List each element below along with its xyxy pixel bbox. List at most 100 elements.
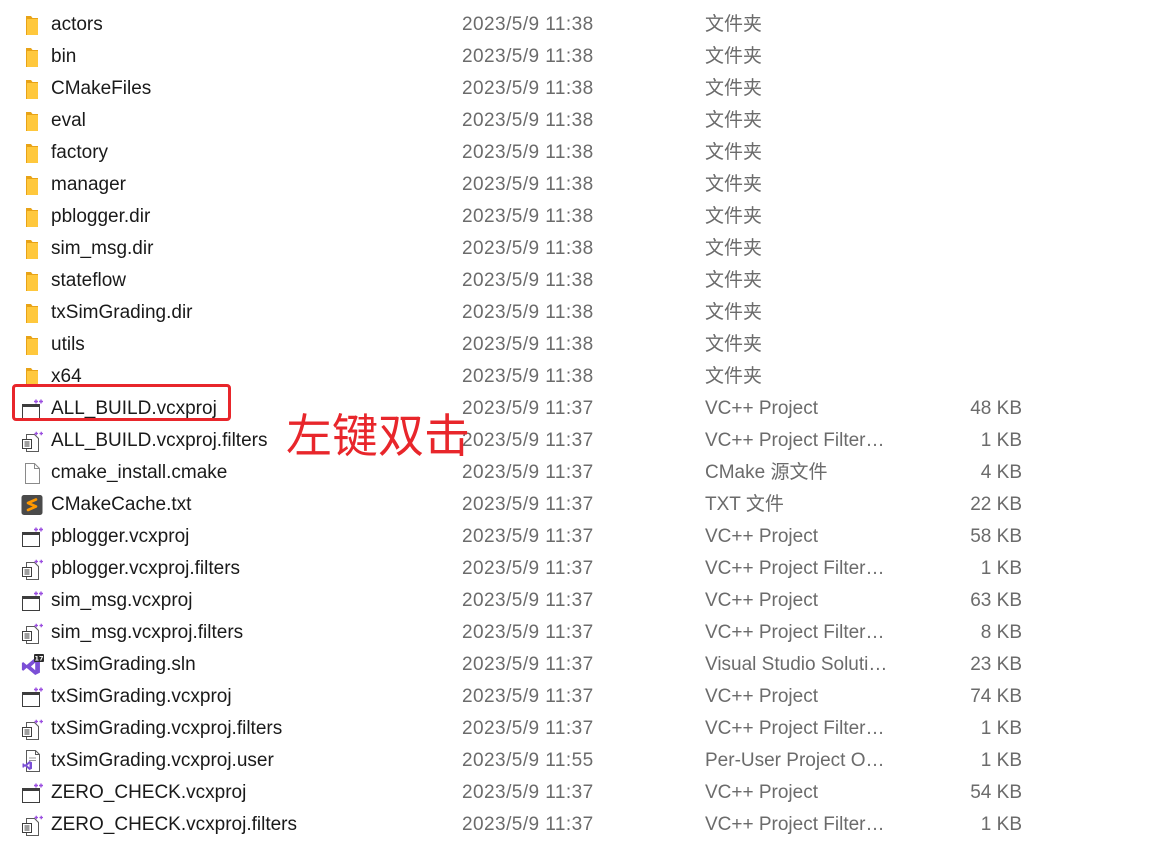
- file-name: pblogger.vcxproj: [51, 526, 190, 547]
- file-row[interactable]: cmake_install.cmake 2023/5/9 11:37 CMake 源…: [0, 457, 1154, 489]
- file-size: 4 KB: [980, 462, 1022, 483]
- file-date-modified: 2023/5/9 11:38: [462, 14, 594, 35]
- file-date-modified: 2023/5/9 11:38: [462, 206, 594, 227]
- file-size: 22 KB: [970, 494, 1022, 515]
- file-row[interactable]: txSimGrading.vcxproj.filters 2023/5/9 11:…: [0, 713, 1154, 745]
- file-row[interactable]: sim_msg.dir 2023/5/9 11:38 文件夹: [0, 233, 1154, 265]
- file-row[interactable]: ZERO_CHECK.vcxproj 2023/5/9 11:37 VC++ Pro…: [0, 777, 1154, 809]
- filters-file-icon: [20, 718, 44, 740]
- file-date-modified: 2023/5/9 11:37: [462, 526, 594, 547]
- file-name: stateflow: [51, 270, 126, 291]
- file-row[interactable]: stateflow 2023/5/9 11:38 文件夹: [0, 265, 1154, 297]
- file-name: cmake_install.cmake: [51, 462, 228, 483]
- file-name: txSimGrading.vcxproj.user: [51, 750, 274, 771]
- file-row[interactable]: factory 2023/5/9 11:38 文件夹: [0, 137, 1154, 169]
- file-type: VC++ Project Filter…: [705, 622, 885, 643]
- file-date-modified: 2023/5/9 11:37: [462, 718, 594, 739]
- file-type: Visual Studio Soluti…: [705, 654, 888, 675]
- file-type: 文件夹: [705, 142, 763, 163]
- file-row[interactable]: CMakeFiles 2023/5/9 11:38 文件夹: [0, 73, 1154, 105]
- file-date-modified: 2023/5/9 11:37: [462, 494, 594, 515]
- file-date-modified: 2023/5/9 11:38: [462, 46, 594, 67]
- folder-icon: [20, 78, 44, 100]
- file-row[interactable]: eval 2023/5/9 11:38 文件夹: [0, 105, 1154, 137]
- file-row[interactable]: txSimGrading.vcxproj 2023/5/9 11:37 VC++ P…: [0, 681, 1154, 713]
- file-name: ALL_BUILD.vcxproj: [51, 398, 217, 419]
- file-size: 1 KB: [980, 750, 1022, 771]
- file-date-modified: 2023/5/9 11:38: [462, 78, 594, 99]
- file-type: VC++ Project: [705, 782, 818, 803]
- file-name: factory: [51, 142, 109, 163]
- file-type: 文件夹: [705, 14, 763, 35]
- file-name: pblogger.vcxproj.filters: [51, 558, 241, 579]
- filters-file-icon: [20, 558, 44, 580]
- file-row[interactable]: bin 2023/5/9 11:38 文件夹: [0, 41, 1154, 73]
- file-type: CMake 源文件: [705, 462, 828, 483]
- file-name: ZERO_CHECK.vcxproj: [51, 782, 247, 803]
- sln-file-icon: 17: [20, 654, 44, 676]
- file-date-modified: 2023/5/9 11:37: [462, 430, 594, 451]
- file-date-modified: 2023/5/9 11:38: [462, 270, 594, 291]
- file-type: VC++ Project Filter…: [705, 814, 885, 835]
- file-type: VC++ Project: [705, 590, 818, 611]
- user-file-icon: [20, 750, 44, 772]
- file-date-modified: 2023/5/9 11:37: [462, 814, 594, 835]
- vcxproj-file-icon: [20, 782, 44, 804]
- file-row[interactable]: ALL_BUILD.vcxproj.filters 2023/5/9 11:37 V…: [0, 425, 1154, 457]
- file-row[interactable]: pblogger.dir 2023/5/9 11:38 文件夹: [0, 201, 1154, 233]
- file-name: pblogger.dir: [51, 206, 151, 227]
- folder-icon: [20, 110, 44, 132]
- file-row[interactable]: actors 2023/5/9 11:38 文件夹: [0, 9, 1154, 41]
- file-date-modified: 2023/5/9 11:38: [462, 302, 594, 323]
- file-row[interactable]: pblogger.vcxproj 2023/5/9 11:37 VC++ Proje…: [0, 521, 1154, 553]
- file-row[interactable]: txSimGrading.vcxproj.user 2023/5/9 11:55 P…: [0, 745, 1154, 777]
- file-type: 文件夹: [705, 46, 763, 67]
- file-size: 63 KB: [970, 590, 1022, 611]
- file-list: actors 2023/5/9 11:38 文件夹 bin 2023/5/9 11:38…: [0, 0, 1154, 865]
- filters-file-icon: [20, 430, 44, 452]
- file-row[interactable]: utils 2023/5/9 11:38 文件夹: [0, 329, 1154, 361]
- file-type: 文件夹: [705, 366, 763, 387]
- file-row[interactable]: sim_msg.vcxproj.filters 2023/5/9 11:37 VC+…: [0, 617, 1154, 649]
- file-type: Per-User Project O…: [705, 750, 885, 771]
- file-date-modified: 2023/5/9 11:37: [462, 462, 594, 483]
- folder-icon: [20, 206, 44, 228]
- file-row[interactable]: txSimGrading.dir 2023/5/9 11:38 文件夹: [0, 297, 1154, 329]
- file-row[interactable]: ZERO_CHECK.vcxproj.filters 2023/5/9 11:37…: [0, 809, 1154, 841]
- file-row[interactable]: 17 txSimGrading.sln 2023/5/9 11:37 Visual S…: [0, 649, 1154, 681]
- sln-version-badge: 17: [34, 655, 43, 663]
- file-size: 8 KB: [980, 622, 1022, 643]
- filters-file-icon: [20, 814, 44, 836]
- file-row[interactable]: sim_msg.vcxproj 2023/5/9 11:37 VC++ Projec…: [0, 585, 1154, 617]
- file-size: 1 KB: [980, 814, 1022, 835]
- file-row[interactable]: x64 2023/5/9 11:38 文件夹: [0, 361, 1154, 393]
- file-date-modified: 2023/5/9 11:38: [462, 366, 594, 387]
- file-type: 文件夹: [705, 174, 763, 195]
- file-type: 文件夹: [705, 238, 763, 259]
- file-name: CMakeCache.txt: [51, 494, 192, 515]
- file-row[interactable]: CMakeCache.txt 2023/5/9 11:37 TXT 文件 22 KB: [0, 489, 1154, 521]
- file-row[interactable]: pblogger.vcxproj.filters 2023/5/9 11:37 VC…: [0, 553, 1154, 585]
- file-name: bin: [51, 46, 77, 67]
- file-type: VC++ Project Filter…: [705, 558, 885, 579]
- file-date-modified: 2023/5/9 11:37: [462, 782, 594, 803]
- file-date-modified: 2023/5/9 11:38: [462, 142, 594, 163]
- file-name: manager: [51, 174, 126, 195]
- folder-icon: [20, 302, 44, 324]
- vcxproj-file-icon: [20, 398, 44, 420]
- file-size: 1 KB: [980, 718, 1022, 739]
- cmake-file-icon: [20, 462, 44, 484]
- file-date-modified: 2023/5/9 11:37: [462, 398, 594, 419]
- file-row[interactable]: ALL_BUILD.vcxproj 2023/5/9 11:37 VC++ Proj…: [0, 393, 1154, 425]
- file-date-modified: 2023/5/9 11:37: [462, 654, 594, 675]
- file-name: actors: [51, 14, 103, 35]
- file-name: txSimGrading.dir: [51, 302, 193, 323]
- file-row[interactable]: manager 2023/5/9 11:38 文件夹: [0, 169, 1154, 201]
- file-type: VC++ Project: [705, 526, 818, 547]
- txt-file-icon: [20, 494, 44, 516]
- file-type: VC++ Project Filter…: [705, 430, 885, 451]
- file-name: ALL_BUILD.vcxproj.filters: [51, 430, 268, 451]
- file-size: 23 KB: [970, 654, 1022, 675]
- file-type: 文件夹: [705, 110, 763, 131]
- file-date-modified: 2023/5/9 11:37: [462, 558, 594, 579]
